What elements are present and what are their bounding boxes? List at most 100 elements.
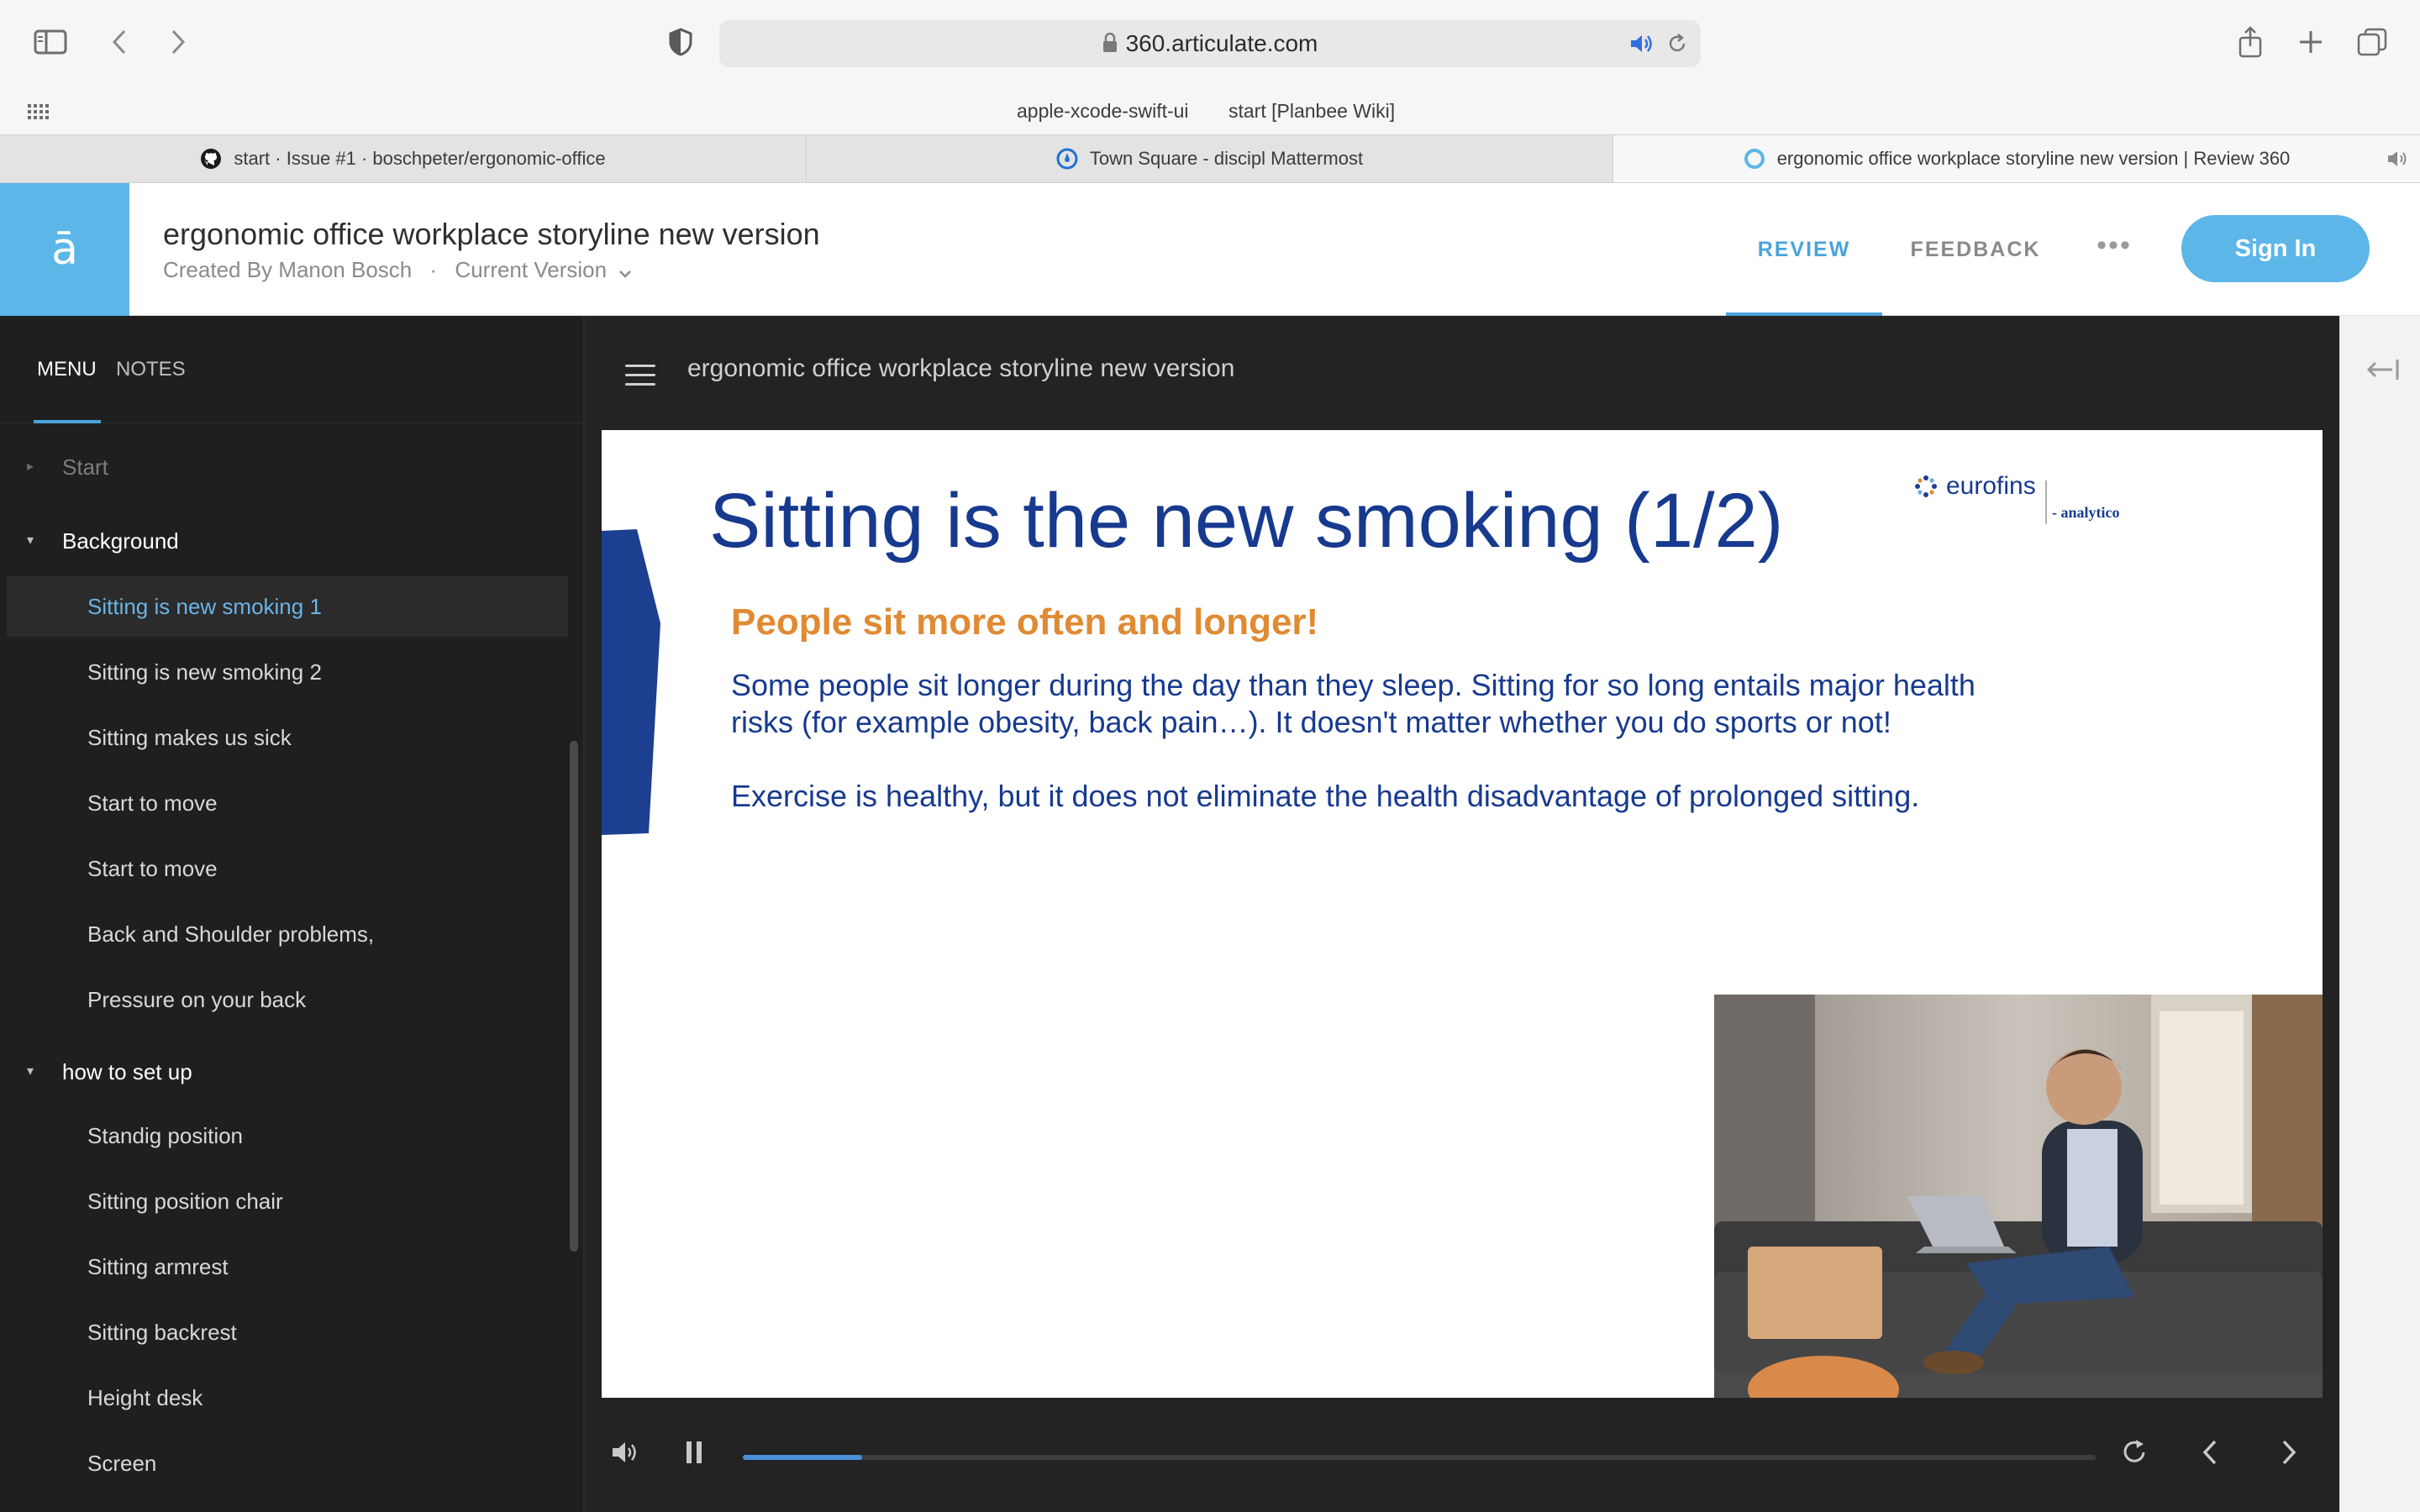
caret-down-icon: ▾: [27, 1064, 34, 1079]
favorites-bar: apple-xcode-swift-ui start [Planbee Wiki…: [0, 87, 2420, 134]
menu-item[interactable]: Sitting armrest: [0, 1236, 568, 1297]
version-label: Current Version: [455, 257, 608, 282]
sidebar-tabs: MENU NOTES: [0, 316, 583, 423]
course-menu: ▸ Start ▾ Background Sitting is new smok…: [0, 423, 568, 1512]
menu-item[interactable]: Screen: [0, 1433, 568, 1494]
slide-subtitle: People sit more often and longer!: [731, 601, 1319, 643]
analytico-logo: - analytico: [2052, 504, 2120, 521]
forward-icon[interactable]: [163, 25, 193, 59]
browser-tab-active[interactable]: ergonomic office workplace storyline new…: [1613, 135, 2420, 182]
menu-toggle-icon[interactable]: [625, 365, 655, 386]
address-bar[interactable]: 360.articulate.com: [719, 20, 1701, 67]
eurofins-logo: eurofins: [1912, 472, 2036, 501]
course-player: MENU NOTES ▸ Start ▾ Background Sitting …: [0, 316, 2339, 1512]
eurofins-mark-icon: [1915, 475, 1937, 497]
menu-item-label: Start to move: [87, 790, 218, 816]
doc-meta: Created By Manon Bosch · Current Version: [163, 257, 633, 285]
created-by: Created By Manon Bosch: [163, 257, 413, 282]
menu-item[interactable]: Sitting backrest: [0, 1302, 568, 1362]
tab-label: ergonomic office workplace storyline new…: [1776, 148, 2291, 169]
menu-item[interactable]: Start to move: [0, 838, 568, 899]
back-icon[interactable]: [104, 25, 134, 59]
menu-item[interactable]: Standig position: [0, 1105, 568, 1166]
progress-bar[interactable]: [743, 1455, 2096, 1460]
sidebar-scrollbar[interactable]: [570, 741, 578, 1252]
menu-item-current[interactable]: Sitting is new smoking 1: [7, 576, 568, 637]
tab-overview-icon[interactable]: [2354, 25, 2390, 59]
menu-item-label: Sitting backrest: [87, 1320, 237, 1345]
mattermost-icon: [1056, 148, 1078, 170]
review360-icon: [1744, 148, 1765, 170]
sign-in-button[interactable]: Sign In: [2181, 215, 2370, 282]
next-slide-icon[interactable]: [2277, 1438, 2301, 1467]
menu-item-label: Pressure on your back: [87, 987, 307, 1012]
share-icon[interactable]: [2235, 24, 2265, 60]
decorative-blue-shape: [602, 529, 660, 835]
menu-item[interactable]: Height desk: [0, 1368, 568, 1428]
menu-item[interactable]: Sitting position chair: [0, 1171, 568, 1231]
browser-tab[interactable]: start · Issue #1 · boschpeter/ergonomic-…: [0, 135, 807, 182]
url-row: 360.articulate.com: [719, 20, 1701, 67]
comments-rail: [2339, 316, 2420, 1512]
progress-fill: [743, 1455, 862, 1460]
tab-audio-icon[interactable]: [2386, 149, 2408, 169]
privacy-shield-icon[interactable]: [666, 25, 696, 59]
tab-label: start · Issue #1 · boschpeter/ergonomic-…: [234, 148, 606, 169]
caret-down-icon: ▾: [27, 533, 34, 548]
previous-slide-icon[interactable]: [2198, 1438, 2222, 1467]
menu-item-label: Sitting makes us sick: [87, 725, 292, 750]
menu-item-label: Start to move: [87, 856, 218, 881]
menu-item-label: Sitting is new smoking 2: [87, 659, 322, 685]
slide-paragraph-line: risks (for example obesity, back pain…).…: [731, 705, 1891, 739]
logo-glyph: ā: [51, 224, 78, 275]
audio-playing-icon[interactable]: [1628, 32, 1654, 55]
meta-separator: ·: [429, 257, 438, 282]
lock-icon: [1102, 22, 1118, 69]
version-dropdown[interactable]: Current Version: [455, 257, 633, 282]
new-tab-icon[interactable]: [2294, 25, 2328, 59]
menu-item[interactable]: Pressure on your back: [0, 969, 568, 1030]
tab-feedback[interactable]: FEEDBACK: [1907, 183, 2044, 316]
menu-item[interactable]: Start to move: [0, 773, 568, 833]
menu-section-start[interactable]: ▸ Start: [0, 437, 568, 497]
tab-notes[interactable]: NOTES: [116, 358, 186, 381]
menu-item-label: Screen: [87, 1451, 157, 1476]
sidebar-toggle-icon[interactable]: [32, 25, 69, 59]
tab-label: Town Square - discipl Mattermost: [1089, 148, 1364, 169]
more-options-icon[interactable]: •••: [2096, 231, 2133, 267]
review-header: ā ergonomic office workplace storyline n…: [0, 183, 2420, 316]
menu-item-label: Standig position: [87, 1123, 244, 1148]
chevron-down-icon: [618, 259, 633, 285]
menu-section-how-to-set-up[interactable]: ▾ how to set up: [0, 1042, 568, 1102]
replay-icon[interactable]: [2121, 1438, 2149, 1467]
menu-item[interactable]: Sitting is new smoking 2: [0, 642, 568, 702]
url-text: 360.articulate.com: [1125, 30, 1318, 56]
tab-review[interactable]: REVIEW: [1726, 183, 1882, 316]
favorite-link[interactable]: apple-xcode-swift-ui: [1017, 87, 1189, 134]
slide-paragraph: Exercise is healthy, but it does not eli…: [731, 779, 1920, 813]
collapse-panel-icon[interactable]: [2364, 356, 2401, 383]
browser-toolbar: 360.articulate.com: [0, 0, 2420, 87]
menu-item[interactable]: Sitting makes us sick: [0, 707, 568, 768]
articulate-logo[interactable]: ā: [0, 183, 129, 316]
browser-tab[interactable]: Town Square - discipl Mattermost: [807, 135, 1613, 182]
slide: Sitting is the new smoking (1/2) eurofin…: [602, 430, 2323, 1398]
logo-text: eurofins: [1946, 472, 2036, 500]
caret-right-icon: ▸: [27, 459, 34, 474]
menu-item-label: Start: [62, 454, 108, 480]
tab-menu[interactable]: MENU: [37, 358, 97, 381]
menu-item-label: Back and Shoulder problems,: [87, 921, 375, 947]
menu-item-label: how to set up: [62, 1059, 192, 1084]
reload-icon[interactable]: [1665, 32, 1689, 55]
slide-title: Sitting is the new smoking (1/2): [709, 478, 1784, 564]
github-icon: [200, 148, 222, 170]
menu-section-background[interactable]: ▾ Background: [0, 511, 568, 571]
course-title: ergonomic office workplace storyline new…: [687, 354, 1235, 382]
office-photo: [1714, 995, 2323, 1398]
menu-item[interactable]: Back and Shoulder problems,: [0, 904, 568, 964]
volume-icon[interactable]: [610, 1440, 640, 1465]
course-stage: ergonomic office workplace storyline new…: [585, 316, 2339, 1512]
pause-icon[interactable]: [684, 1440, 704, 1465]
favorite-link[interactable]: start [Planbee Wiki]: [1228, 87, 1395, 134]
apps-grid-icon[interactable]: [27, 102, 49, 119]
